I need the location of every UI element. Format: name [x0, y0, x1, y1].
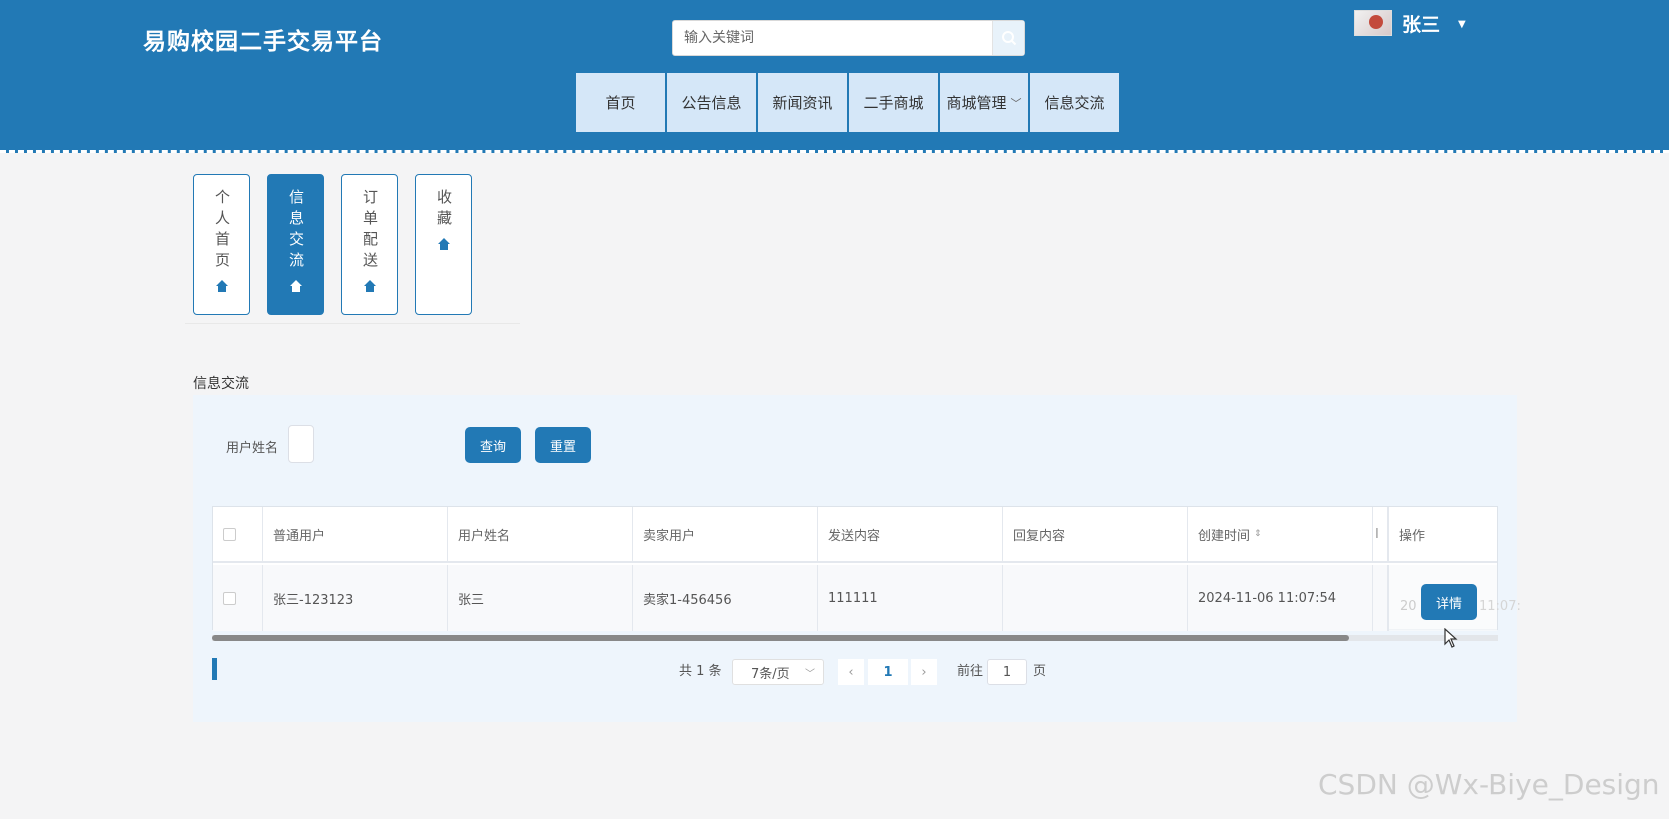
main-nav: 首页 公告信息 新闻资讯 二手商城 商城管理 ﹀ 信息交流: [576, 73, 1121, 132]
table-header-actions: 操作: [1388, 507, 1497, 563]
divider: [185, 323, 520, 324]
nav-item-notice[interactable]: 公告信息: [667, 73, 756, 132]
table-header-created[interactable]: 创建时间 ⇕: [1188, 507, 1373, 563]
sort-icon[interactable]: ⇕: [1254, 529, 1262, 539]
search-button[interactable]: [992, 21, 1024, 55]
horizontal-scrollbar-thumb[interactable]: [212, 635, 1349, 641]
table-cell: 张三: [448, 565, 633, 631]
tab-favorites[interactable]: 收藏: [415, 174, 472, 315]
table-cell: [1003, 565, 1188, 631]
home-icon: [215, 280, 228, 292]
table-header-checkbox-cell: [213, 507, 263, 563]
page-size-select[interactable]: 7条/页 ﹀: [732, 659, 824, 685]
table-header: 回复内容: [1003, 507, 1188, 563]
table-header: 发送内容: [818, 507, 1003, 563]
overflow-text: 20: [1400, 599, 1417, 614]
select-all-checkbox[interactable]: [223, 527, 236, 541]
chevron-down-icon: ﹀: [805, 668, 815, 680]
overflow-text: 11:07:: [1479, 599, 1521, 614]
avatar: [1354, 10, 1392, 36]
tab-personal-home[interactable]: 个人首页: [193, 174, 250, 315]
home-icon: [289, 280, 302, 292]
nav-item-mall[interactable]: 二手商城: [849, 73, 938, 132]
reset-button[interactable]: 重置: [535, 427, 591, 463]
query-button[interactable]: 查询: [465, 427, 521, 463]
pagination-total: 共 1 条: [679, 664, 722, 679]
prev-page-button[interactable]: ‹: [838, 659, 864, 685]
next-page-button[interactable]: ›: [911, 659, 937, 685]
row-checkbox[interactable]: [223, 591, 236, 605]
row-checkbox-cell: [213, 565, 263, 631]
site-title: 易购校园二手交易平台: [143, 29, 383, 55]
nav-item-messages[interactable]: 信息交流: [1030, 73, 1119, 132]
table-cell: 卖家1-456456: [633, 565, 818, 631]
search-box: [672, 20, 1025, 56]
user-menu[interactable]: 张三 ▼: [1354, 10, 1466, 36]
table-cell: 111111: [818, 565, 1003, 631]
watermark: CSDN @Wx-Biye_Design: [1318, 768, 1660, 801]
nav-item-mall-manage[interactable]: 商城管理 ﹀: [940, 73, 1028, 132]
mouse-cursor-icon: [1444, 628, 1458, 648]
caret-down-icon: ▼: [1458, 18, 1466, 30]
search-icon: [1001, 31, 1016, 46]
table-header: 普通用户: [263, 507, 448, 563]
page-number-current[interactable]: 1: [868, 659, 908, 685]
content-panel: 用户姓名 查询 重置 普通用户 用户姓名 卖家用户 发送内容 回复内容 创建时间…: [193, 395, 1521, 722]
nav-item-news[interactable]: 新闻资讯: [758, 73, 847, 132]
table-cell: 张三-123123: [263, 565, 448, 631]
section-title: 信息交流: [193, 376, 249, 392]
chevron-left-icon: ‹: [848, 664, 854, 680]
table-header-truncated: I: [1373, 507, 1388, 563]
filter-label: 用户姓名: [226, 441, 279, 456]
username-filter-input[interactable]: [288, 425, 314, 463]
nav-item-home[interactable]: 首页: [576, 73, 665, 132]
page-suffix: 页: [1033, 664, 1047, 679]
table-header: 用户姓名: [448, 507, 633, 563]
goto-label: 前往: [957, 664, 984, 679]
chevron-right-icon: ›: [921, 664, 927, 680]
header-bar: 易购校园二手交易平台 张三 ▼ 首页 公告信息 新闻资讯 二手商城 商城管理﹀ …: [0, 0, 1669, 153]
table-cell-truncated: [1373, 565, 1388, 631]
table-cell: 2024-11-06 11:07:54: [1188, 565, 1373, 631]
tab-order-delivery[interactable]: 订单配送: [341, 174, 398, 315]
goto-page-input[interactable]: 1: [987, 659, 1027, 685]
tab-messages[interactable]: 信息交流: [267, 174, 324, 315]
home-icon: [437, 238, 450, 250]
chevron-down-icon: ﹀: [1010, 96, 1022, 110]
home-icon: [363, 280, 376, 292]
detail-button[interactable]: 详情: [1421, 584, 1477, 620]
table-header: 卖家用户: [633, 507, 818, 563]
data-table: 普通用户 用户姓名 卖家用户 发送内容 回复内容 创建时间 ⇕ I 操作 张三-…: [212, 506, 1521, 631]
search-input[interactable]: [673, 21, 993, 55]
accent-marker: [212, 658, 217, 680]
username: 张三: [1402, 13, 1441, 36]
